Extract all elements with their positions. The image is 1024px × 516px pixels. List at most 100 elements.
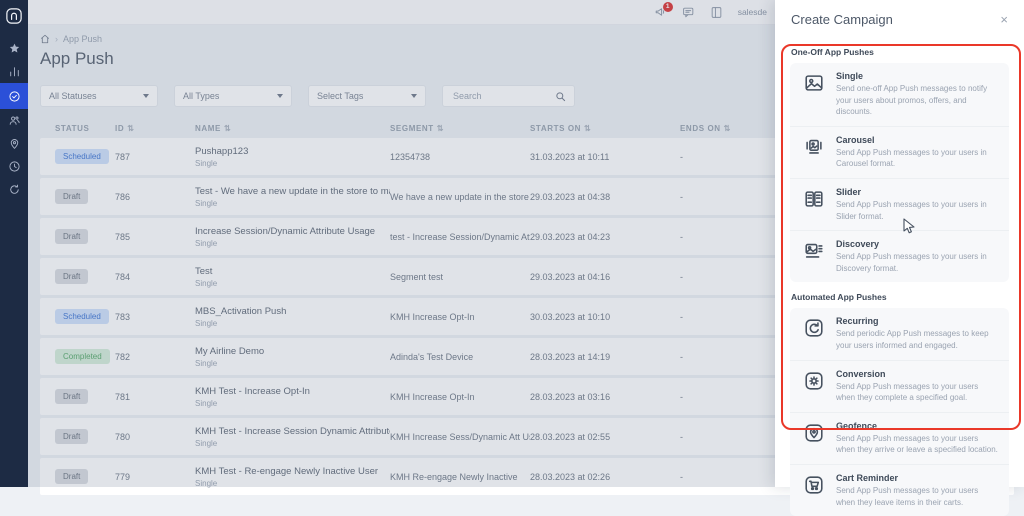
column-label: STATUS — [55, 123, 90, 133]
page-title: App Push — [40, 49, 114, 68]
campaign-type-item-conversion[interactable]: Conversion Send App Push messages to your… — [790, 361, 1009, 413]
campaign-type-item-recurring[interactable]: Recurring Send periodic App Push messages… — [790, 308, 1009, 361]
status-filter-dropdown[interactable]: All Statuses — [40, 85, 158, 107]
search-input[interactable] — [451, 90, 535, 102]
status-cell: Completed — [40, 349, 115, 364]
campaign-type-item-carousel[interactable]: Carousel Send App Push messages to your u… — [790, 127, 1009, 179]
starts-on-cell: 29.03.2023 at 04:23 — [530, 231, 611, 242]
id-cell: 783 — [115, 311, 131, 322]
tags-filter-value: Select Tags — [317, 91, 364, 101]
sidebar-item-history[interactable] — [0, 155, 28, 178]
campaign-type-item-geofence[interactable]: Geofence Send App Push messages to your u… — [790, 413, 1009, 465]
item-text: Single Send one-off App Push messages to … — [836, 71, 999, 118]
item-description: Send App Push messages to your users whe… — [836, 381, 979, 403]
chevron-down-icon — [277, 94, 283, 98]
tags-filter-dropdown[interactable]: Select Tags — [308, 85, 426, 107]
target-check-icon — [8, 90, 21, 103]
item-text: Slider Send App Push messages to your use… — [836, 187, 999, 222]
starts-on-cell: 30.03.2023 at 10:10 — [530, 311, 611, 322]
close-icon[interactable]: × — [1000, 13, 1008, 26]
campaign-name: KMH Test - Increase Session Dynamic Attr… — [195, 425, 390, 437]
status-cell: Draft — [40, 469, 115, 484]
id-cell: 779 — [115, 471, 131, 482]
campaign-name: KMH Test - Re-engage Newly Inactive User — [195, 465, 379, 477]
sidebar-item-favorites[interactable] — [0, 37, 28, 60]
column-header-id[interactable]: ID ⇅ — [115, 124, 195, 133]
status-cell: Draft — [40, 429, 115, 444]
clock-icon — [8, 160, 21, 173]
name-cell: Test Single — [195, 266, 390, 288]
name-cell: Increase Session/Dynamic Attribute Usage… — [195, 226, 390, 248]
status-badge: Draft — [55, 229, 89, 244]
status-cell: Draft — [40, 189, 115, 204]
campaign-name: KMH Test - Increase Opt-In — [195, 385, 310, 397]
name-cell: KMH Test - Increase Opt-In Single — [195, 386, 390, 408]
name-cell: Test - We have a new update in the store… — [195, 186, 390, 208]
breadcrumb-separator: › — [55, 34, 58, 44]
users-icon — [8, 114, 21, 127]
campaign-type-item-single[interactable]: Single Send one-off App Push messages to … — [790, 63, 1009, 127]
sort-icon[interactable]: ⇅ — [724, 124, 731, 133]
name-cell: KMH Test - Re-engage Newly Inactive User… — [195, 466, 390, 488]
status-cell: Scheduled — [40, 149, 115, 164]
star-icon — [8, 42, 21, 55]
sort-icon[interactable]: ⇅ — [127, 124, 134, 133]
sidebar-item-campaigns[interactable] — [0, 83, 28, 109]
status-cell: Draft — [40, 389, 115, 404]
type-filter-dropdown[interactable]: All Types — [174, 85, 292, 107]
status-badge: Draft — [55, 269, 89, 284]
item-title: Carousel — [836, 134, 875, 145]
sort-icon[interactable]: ⇅ — [224, 124, 231, 133]
notifications-icon[interactable]: 1 — [654, 1, 673, 19]
main-area: 1 salesde › App Push App Push All Status… — [28, 0, 1014, 495]
column-header-segment[interactable]: SEGMENT ⇅ — [390, 124, 530, 133]
item-title: Geofence — [836, 420, 878, 431]
single-image-icon — [803, 71, 825, 99]
campaign-type: Single — [195, 318, 218, 328]
search-box[interactable] — [442, 85, 575, 107]
campaign-type-item-slider[interactable]: Slider Send App Push messages to your use… — [790, 179, 1009, 232]
column-header-starts-on[interactable]: STARTS ON ⇅ — [530, 124, 680, 133]
status-badge: Draft — [55, 389, 89, 404]
column-header-name[interactable]: NAME ⇅ — [195, 124, 390, 133]
sidebar-item-sync[interactable] — [0, 178, 28, 201]
item-text: Conversion Send App Push messages to your… — [836, 369, 999, 404]
campaign-type-item-cart-reminder[interactable]: Cart Reminder Send App Push messages to y… — [790, 465, 1009, 516]
home-icon[interactable] — [40, 34, 50, 44]
feedback-icon[interactable] — [682, 6, 695, 19]
starts-on-cell: 31.03.2023 at 10:11 — [530, 151, 610, 162]
chevron-down-icon — [411, 94, 417, 98]
guide-icon[interactable] — [710, 6, 723, 19]
item-description: Send App Push messages to your users in … — [836, 252, 987, 273]
status-badge: Completed — [55, 349, 110, 364]
name-cell: KMH Test - Increase Session Dynamic Attr… — [195, 426, 390, 448]
name-cell: Pushapp123 Single — [195, 146, 390, 168]
sidebar-item-analytics[interactable] — [0, 60, 28, 83]
campaign-type-item-discovery[interactable]: Discovery Send App Push messages to your … — [790, 231, 1009, 282]
breadcrumb-current[interactable]: App Push — [63, 34, 102, 44]
status-cell: Draft — [40, 229, 115, 244]
create-campaign-drawer: Create Campaign × One-Off App Pushes Sing… — [775, 0, 1024, 516]
search-icon[interactable] — [555, 91, 566, 102]
slider-icon — [803, 187, 825, 215]
status-badge: Draft — [55, 189, 89, 204]
filter-bar: All Statuses All Types Select Tags — [40, 85, 575, 107]
campaign-type: Single — [195, 158, 218, 168]
campaign-type: Single — [195, 278, 218, 288]
campaign-name: MBS_Activation Push — [195, 305, 287, 317]
account-name[interactable]: salesde — [738, 7, 767, 17]
recurring-icon — [803, 316, 825, 344]
sidebar-item-audience[interactable] — [0, 109, 28, 132]
app-logo-icon[interactable] — [0, 3, 28, 29]
breadcrumb: › App Push — [40, 34, 102, 44]
notification-count-badge: 1 — [662, 1, 673, 12]
sort-icon[interactable]: ⇅ — [437, 124, 444, 133]
carousel-icon — [803, 135, 825, 163]
sort-icon[interactable]: ⇅ — [584, 124, 591, 133]
item-title: Discovery — [836, 239, 880, 250]
sidebar-item-geolocation[interactable] — [0, 132, 28, 155]
status-badge: Scheduled — [55, 309, 109, 324]
id-cell: 780 — [115, 431, 131, 442]
id-cell: 787 — [115, 151, 131, 162]
type-filter-value: All Types — [183, 91, 220, 101]
